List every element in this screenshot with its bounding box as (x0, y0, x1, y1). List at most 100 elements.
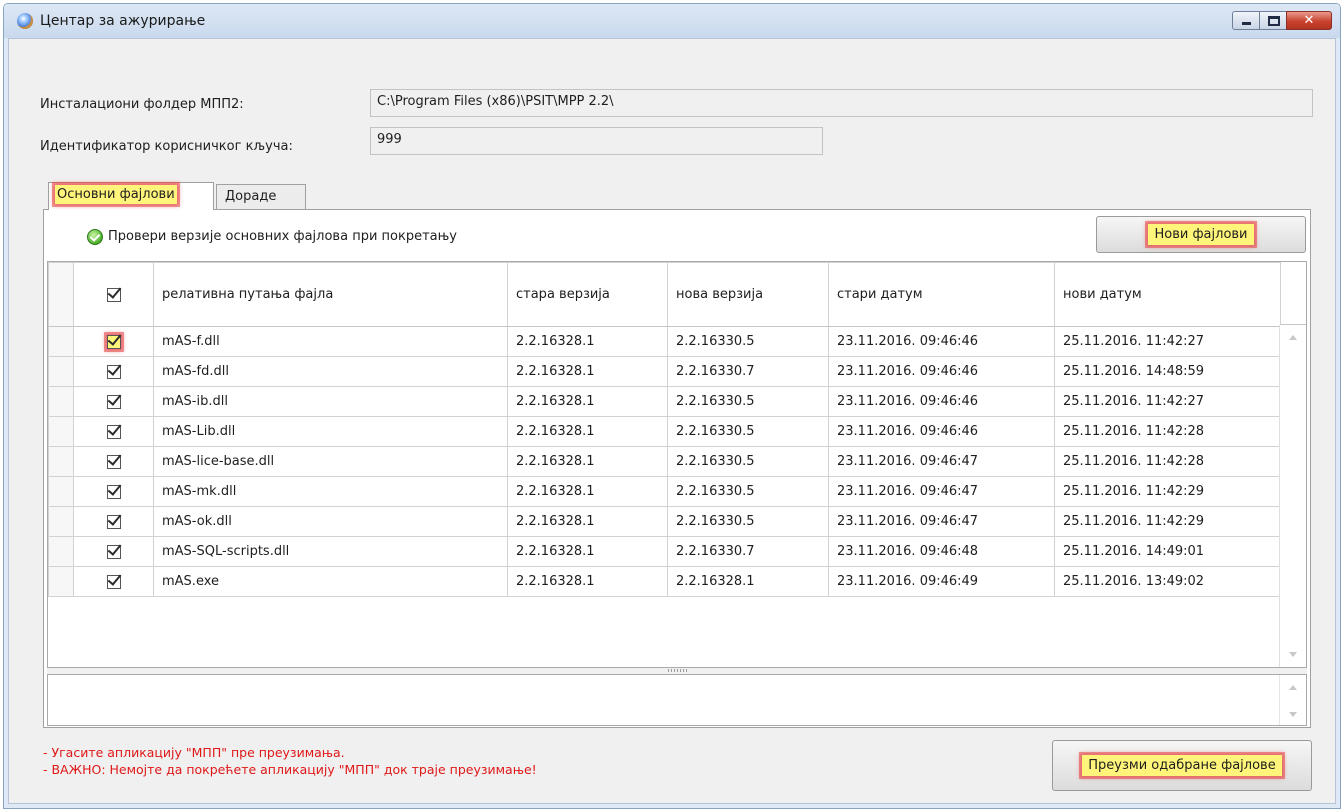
cell-old-date: 23.11.2016. 09:46:47 (828, 506, 1055, 537)
cell-new-version: 2.2.16330.5 (667, 506, 829, 537)
row-indicator-header (48, 262, 74, 327)
row-select-cell[interactable] (73, 536, 154, 567)
table-row[interactable]: mAS-lice-base.dll 2.2.16328.1 2.2.16330.… (48, 446, 1282, 477)
cell-new-date: 25.11.2016. 11:42:27 (1054, 326, 1282, 357)
cell-old-date: 23.11.2016. 09:46:47 (828, 446, 1055, 477)
scroll-up-icon[interactable] (1289, 335, 1297, 340)
table-row[interactable]: mAS-ok.dll 2.2.16328.1 2.2.16330.5 23.11… (48, 506, 1282, 537)
cell-old-version: 2.2.16328.1 (507, 326, 668, 357)
basic-files-panel: Провери верзије основних фајлова при пок… (43, 209, 1311, 728)
tab-upgrades-label: Дораде (225, 189, 277, 204)
app-globe-icon (17, 13, 33, 29)
title-bar[interactable]: Центар за ажурирање ✕ (4, 4, 1340, 38)
cell-path: mAS-fd.dll (153, 356, 508, 387)
install-folder-field[interactable]: C:\Program Files (x86)\PSIT\MPP 2.2\ (370, 89, 1313, 117)
row-indicator (48, 476, 74, 507)
row-select-cell[interactable] (73, 446, 154, 477)
row-indicator (48, 326, 74, 357)
column-header-path[interactable]: релативна путања фајла (153, 262, 508, 327)
row-select-cell[interactable] (73, 326, 154, 357)
cell-old-date: 23.11.2016. 09:46:46 (828, 356, 1055, 387)
column-header-old-version[interactable]: стара верзија (507, 262, 668, 327)
tab-upgrades[interactable]: Дораде (216, 184, 306, 210)
row-checkbox[interactable] (106, 424, 121, 439)
row-checkbox[interactable] (106, 454, 121, 469)
select-all-header[interactable] (73, 262, 154, 327)
row-indicator (48, 506, 74, 537)
row-select-cell[interactable] (73, 566, 154, 597)
row-select-cell[interactable] (73, 386, 154, 417)
column-header-old-date[interactable]: стари датум (828, 262, 1055, 327)
cell-old-date: 23.11.2016. 09:46:46 (828, 386, 1055, 417)
cell-old-date: 23.11.2016. 09:46:48 (828, 536, 1055, 567)
row-indicator (48, 356, 74, 387)
download-selected-button-label: Преузми одабране фајлове (1079, 752, 1285, 779)
table-row[interactable]: mAS-fd.dll 2.2.16328.1 2.2.16330.7 23.11… (48, 356, 1282, 387)
row-indicator (48, 416, 74, 447)
maximize-button[interactable] (1259, 11, 1287, 30)
detail-area[interactable] (47, 674, 1307, 726)
cell-old-version: 2.2.16328.1 (507, 536, 668, 567)
row-checkbox[interactable] (106, 574, 121, 589)
table-row[interactable]: mAS-Lib.dll 2.2.16328.1 2.2.16330.5 23.1… (48, 416, 1282, 447)
row-select-cell[interactable] (73, 506, 154, 537)
row-select-cell[interactable] (73, 476, 154, 507)
new-files-button[interactable]: Нови фајлови (1096, 216, 1306, 253)
splitter-grip-icon (668, 669, 688, 672)
minimize-button[interactable] (1232, 11, 1260, 30)
grid-header-corner (1280, 262, 1306, 325)
cell-new-version: 2.2.16330.5 (667, 476, 829, 507)
download-selected-button[interactable]: Преузми одабране фајлове (1052, 740, 1312, 791)
detail-vertical-scrollbar[interactable] (1279, 675, 1306, 725)
update-center-window: Центар за ажурирање ✕ Инсталациони фолде… (3, 3, 1341, 809)
cell-path: mAS-f.dll (153, 326, 508, 357)
column-header-new-date[interactable]: нови датум (1054, 262, 1282, 327)
cell-new-version: 2.2.16330.5 (667, 446, 829, 477)
scroll-down-icon[interactable] (1289, 652, 1297, 657)
row-select-cell[interactable] (73, 356, 154, 387)
row-indicator (48, 446, 74, 477)
detail-scroll-up-icon[interactable] (1289, 685, 1297, 690)
user-key-label: Идентификатор корисничког кључа: (40, 139, 293, 154)
cell-path: mAS-mk.dll (153, 476, 508, 507)
verify-versions-label[interactable]: Провери верзије основних фајлова при пок… (108, 229, 457, 244)
row-indicator (48, 536, 74, 567)
warning-close-app: - Угасите апликацију "МПП" пре преузимањ… (43, 745, 345, 760)
cell-new-version: 2.2.16330.7 (667, 356, 829, 387)
row-checkbox[interactable] (106, 394, 121, 409)
table-row[interactable]: mAS-SQL-scripts.dll 2.2.16328.1 2.2.1633… (48, 536, 1282, 567)
cell-path: mAS-ok.dll (153, 506, 508, 537)
verify-check-icon[interactable] (87, 229, 103, 245)
select-all-checkbox[interactable] (106, 287, 121, 302)
user-key-field[interactable]: 999 (370, 127, 823, 155)
cell-old-version: 2.2.16328.1 (507, 386, 668, 417)
cell-new-date: 25.11.2016. 11:42:28 (1054, 416, 1282, 447)
cell-new-version: 2.2.16330.5 (667, 326, 829, 357)
tab-basic-files[interactable]: Основни фајлови (48, 182, 214, 210)
cell-old-version: 2.2.16328.1 (507, 446, 668, 477)
window-client-area: Инсталациони фолдер МПП2: C:\Program Fil… (8, 38, 1336, 804)
table-row[interactable]: mAS-ib.dll 2.2.16328.1 2.2.16330.5 23.11… (48, 386, 1282, 417)
minimize-icon (1242, 22, 1251, 25)
cell-path: mAS-lice-base.dll (153, 446, 508, 477)
row-checkbox[interactable] (106, 364, 121, 379)
column-header-new-version[interactable]: нова верзија (667, 262, 829, 327)
row-indicator (48, 386, 74, 417)
grid-vertical-scrollbar[interactable] (1279, 325, 1306, 667)
row-indicator (48, 566, 74, 597)
cell-new-date: 25.11.2016. 14:48:59 (1054, 356, 1282, 387)
close-button[interactable]: ✕ (1286, 11, 1332, 30)
row-checkbox[interactable] (103, 331, 124, 352)
row-select-cell[interactable] (73, 416, 154, 447)
table-row[interactable]: mAS.exe 2.2.16328.1 2.2.16328.1 23.11.20… (48, 566, 1282, 597)
cell-new-version: 2.2.16330.5 (667, 416, 829, 447)
cell-old-version: 2.2.16328.1 (507, 506, 668, 537)
row-checkbox[interactable] (106, 544, 121, 559)
detail-scroll-down-icon[interactable] (1289, 712, 1297, 717)
row-checkbox[interactable] (106, 514, 121, 529)
cell-new-date: 25.11.2016. 11:42:27 (1054, 386, 1282, 417)
table-row[interactable]: mAS-mk.dll 2.2.16328.1 2.2.16330.5 23.11… (48, 476, 1282, 507)
row-checkbox[interactable] (106, 484, 121, 499)
grid-header-row: релативна путања фајла стара верзија нов… (48, 262, 1282, 327)
table-row[interactable]: mAS-f.dll 2.2.16328.1 2.2.16330.5 23.11.… (48, 326, 1282, 357)
